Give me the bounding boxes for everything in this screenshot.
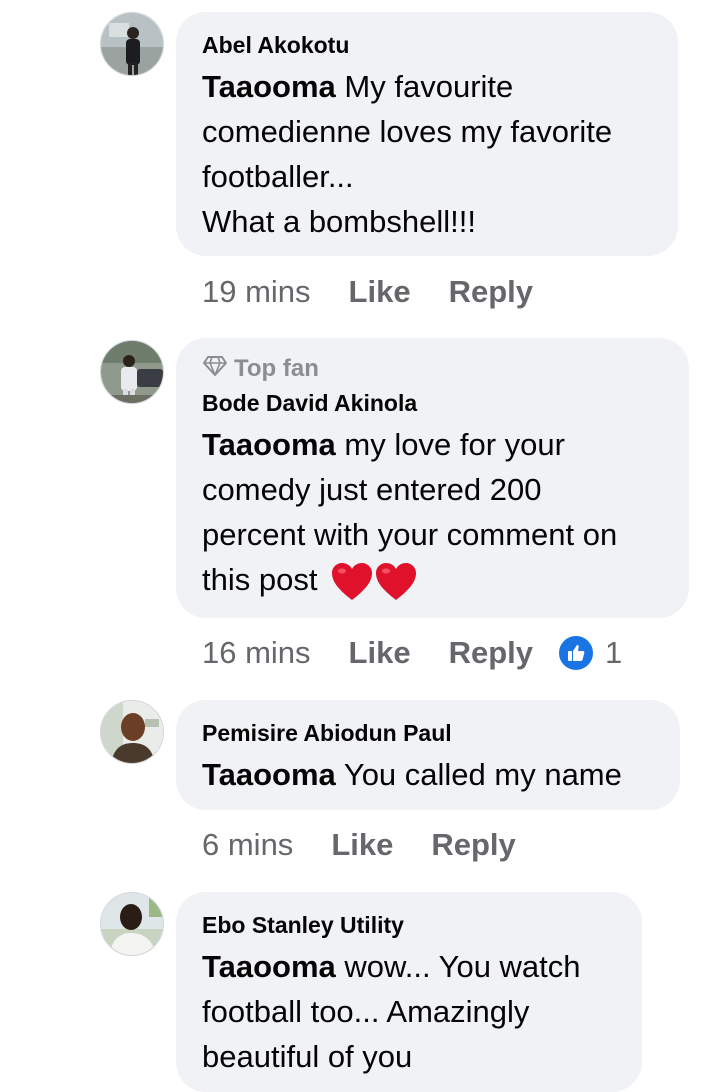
comment-actions: 16 mins Like Reply 1 xyxy=(202,631,622,675)
comment-timestamp[interactable]: 16 mins xyxy=(202,635,311,671)
avatar[interactable] xyxy=(100,340,164,404)
reaction-summary[interactable]: 1 xyxy=(557,634,622,672)
diamond-icon xyxy=(202,355,228,384)
thumbs-up-icon xyxy=(557,634,595,672)
comment-actions: 19 mins Like Reply xyxy=(202,270,571,314)
mention-link[interactable]: Taaooma xyxy=(202,69,336,104)
top-fan-badge[interactable]: Top fan xyxy=(202,354,663,384)
reply-button[interactable]: Reply xyxy=(449,635,533,671)
like-button[interactable]: Like xyxy=(349,274,411,310)
badge-label: Top fan xyxy=(234,355,319,382)
comment-text: Taaooma You called my name xyxy=(202,757,622,792)
comment-bubble: Pemisire Abiodun Paul Taaooma You called… xyxy=(176,700,680,810)
comment-timestamp[interactable]: 19 mins xyxy=(202,274,311,310)
reply-button[interactable]: Reply xyxy=(431,827,515,863)
comment-text: Taaooma my love for your comedy just ent… xyxy=(202,422,663,602)
like-button[interactable]: Like xyxy=(331,827,393,863)
comment-author[interactable]: Ebo Stanley Utility xyxy=(202,910,616,940)
comment-bubble: Top fan Bode David Akinola Taaooma my lo… xyxy=(176,338,689,618)
comment-author[interactable]: Pemisire Abiodun Paul xyxy=(202,718,654,748)
comment-timestamp[interactable]: 6 mins xyxy=(202,827,293,863)
comment-text: Taaooma wow... You watch football too...… xyxy=(202,949,581,1074)
comment-bubble: Abel Akokotu Taaooma My favourite comedi… xyxy=(176,12,678,256)
avatar[interactable] xyxy=(100,700,164,764)
like-button[interactable]: Like xyxy=(349,635,411,671)
mention-link[interactable]: Taaooma xyxy=(202,949,336,984)
red-heart-icon xyxy=(376,562,417,600)
avatar[interactable] xyxy=(100,12,164,76)
avatar[interactable] xyxy=(100,892,164,956)
comment-actions: 6 mins Like Reply xyxy=(202,823,554,867)
comment-text: Taaooma My favourite comedienne loves my… xyxy=(202,69,613,239)
comment-author[interactable]: Bode David Akinola xyxy=(202,388,663,418)
reaction-count: 1 xyxy=(605,635,623,670)
red-heart-icon xyxy=(332,562,373,600)
comment-author[interactable]: Abel Akokotu xyxy=(202,30,652,60)
mention-link[interactable]: Taaooma xyxy=(202,427,336,462)
emoji-group xyxy=(331,562,417,602)
mention-link[interactable]: Taaooma xyxy=(202,757,336,792)
comment-bubble: Ebo Stanley Utility Taaooma wow... You w… xyxy=(176,892,642,1092)
reply-button[interactable]: Reply xyxy=(449,274,533,310)
